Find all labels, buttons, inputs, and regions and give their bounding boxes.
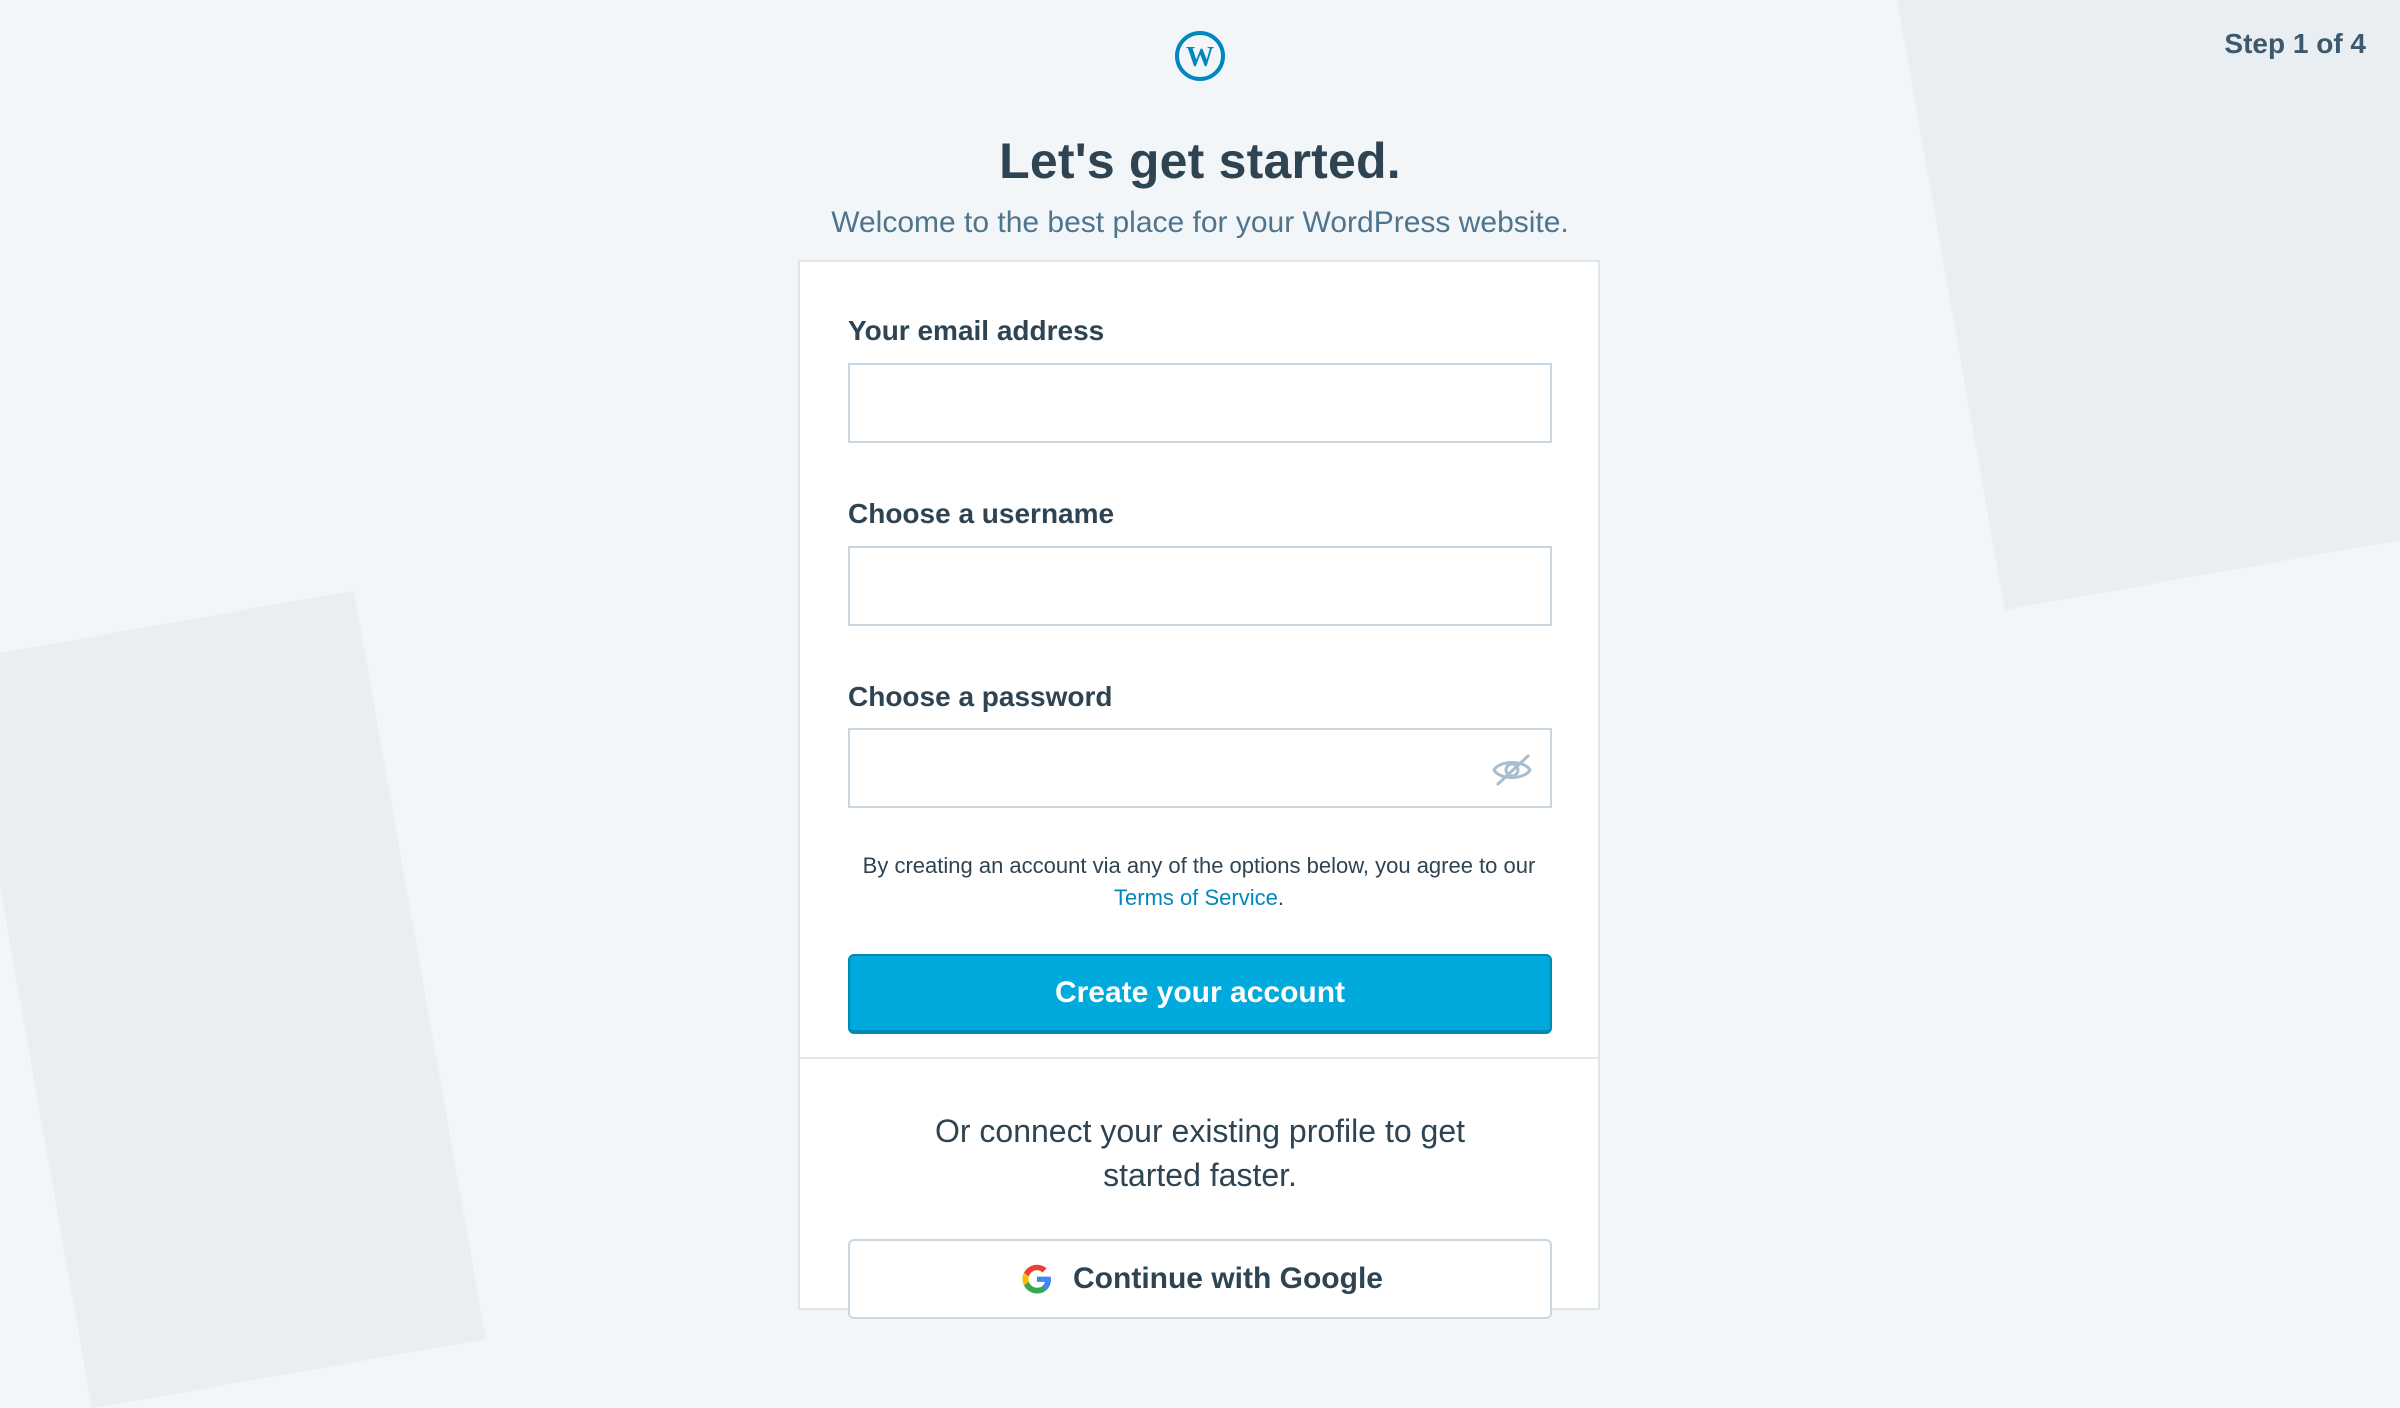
password-label: Choose a password bbox=[848, 680, 1113, 712]
eye-slash-icon[interactable] bbox=[1490, 750, 1534, 790]
page-title: Let's get started. bbox=[999, 133, 1401, 189]
username-field-wrapper bbox=[848, 545, 1552, 626]
page-subtitle: Welcome to the best place for your WordP… bbox=[831, 206, 1569, 239]
background-shape-left bbox=[0, 590, 486, 1408]
svg-text:W: W bbox=[1186, 42, 1214, 73]
password-field[interactable] bbox=[850, 730, 1550, 807]
wordpress-logo-icon: W bbox=[1175, 31, 1225, 81]
signup-card: Your email address Choose a username Cho… bbox=[798, 260, 1600, 1319]
google-icon bbox=[1022, 1264, 1052, 1294]
social-text: Or connect your existing profile to get … bbox=[934, 1113, 1466, 1193]
continue-with-google-button[interactable]: Continue with Google bbox=[848, 1239, 1552, 1319]
password-field-wrapper bbox=[848, 728, 1552, 809]
email-label: Your email address bbox=[848, 315, 1105, 346]
social-section: Or connect your existing profile to get … bbox=[848, 1109, 1552, 1319]
google-button-label: Continue with Google bbox=[1073, 1262, 1383, 1295]
email-field-wrapper bbox=[848, 362, 1552, 443]
signup-form: Your email address Choose a username Cho… bbox=[800, 262, 1598, 1035]
terms-suffix: . bbox=[1277, 885, 1284, 911]
terms-text: By creating an account via any of the op… bbox=[848, 850, 1550, 914]
divider bbox=[800, 1057, 1598, 1059]
username-field[interactable] bbox=[850, 547, 1550, 624]
page-header: W Let's get started. Welcome to the best… bbox=[0, 30, 2400, 240]
username-label: Choose a username bbox=[848, 497, 1115, 529]
create-account-button[interactable]: Create your account bbox=[848, 954, 1552, 1035]
terms-of-service-link[interactable]: Terms of Service bbox=[1114, 885, 1278, 910]
terms-prefix: By creating an account via any of the op… bbox=[862, 853, 1536, 879]
email-field[interactable] bbox=[850, 364, 1550, 441]
